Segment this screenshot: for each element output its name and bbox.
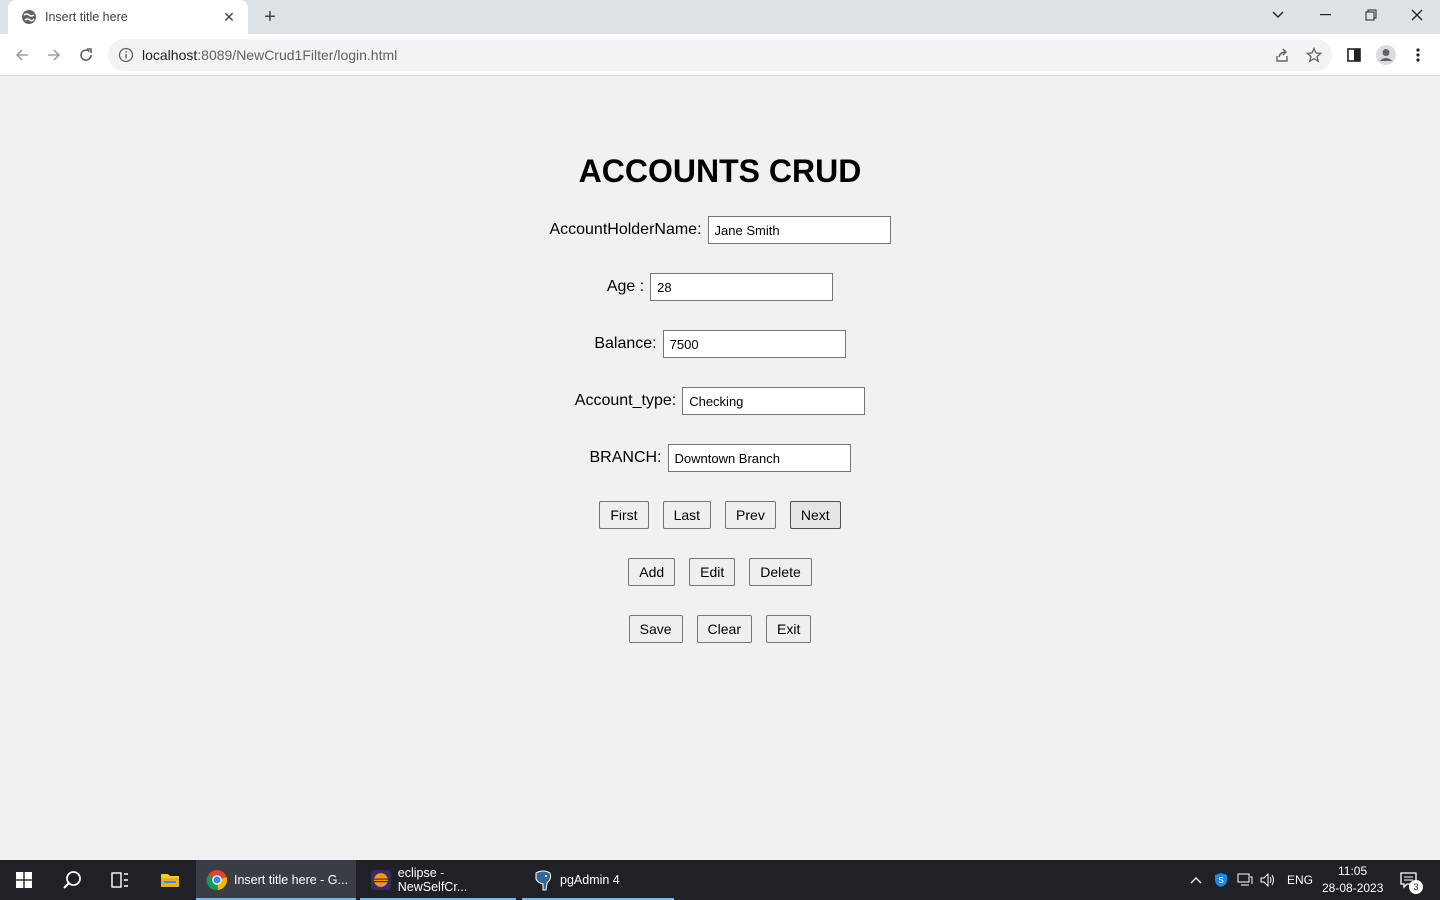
account-holder-name-input[interactable] [707,216,891,244]
reload-icon[interactable] [72,41,100,69]
taskbar-chrome-window[interactable]: Insert title here - G... [196,860,356,900]
navigation-button-row: First Last Prev Next [0,501,1440,529]
next-button[interactable]: Next [789,501,841,529]
url-host: localhost [142,47,198,63]
taskbar-chrome-label: Insert title here - G... [234,873,348,887]
taskbar-eclipse-label: eclipse - NewSelfCr... [397,866,468,894]
field-row-branch: BRANCH: [0,444,1440,472]
page-title: ACCOUNTS CRUD [578,153,862,189]
minimize-icon[interactable] [1302,0,1348,30]
share-icon[interactable] [1268,41,1296,69]
close-window-icon[interactable] [1394,0,1440,30]
clock-time[interactable]: 11:05 [1338,864,1367,878]
search-icon[interactable] [48,860,96,900]
restore-icon[interactable] [1348,0,1394,30]
field-row-age: Age : [0,273,1440,301]
delete-button[interactable]: Delete [749,558,812,586]
clear-button[interactable]: Clear [696,615,753,643]
browser-toolbar: localhost :8089/NewCrud1Filter/login.htm… [0,34,1440,76]
account-holder-name-label: AccountHolderName: [549,221,702,238]
edit-button-row: Add Edit Delete [0,558,1440,586]
account-type-label: Account_type: [574,392,677,409]
address-bar[interactable]: localhost :8089/NewCrud1Filter/login.htm… [108,39,1332,71]
url-path: :8089/NewCrud1Filter/login.html [197,47,398,63]
bookmark-star-icon[interactable] [1300,41,1328,69]
exit-button[interactable]: Exit [766,615,812,643]
tab-search-icon[interactable] [1255,0,1301,30]
side-panel-icon[interactable] [1340,41,1368,69]
svg-text:S: S [1218,876,1223,885]
language-indicator[interactable]: ENG [1287,873,1313,887]
chrome-icon [206,870,227,891]
field-row-account-holder-name: AccountHolderName: [0,216,1440,244]
pgadmin-elephant-icon [535,870,552,891]
info-icon[interactable] [118,47,134,63]
menu-kebab-icon[interactable] [1404,41,1432,69]
task-view-icon[interactable] [96,860,144,900]
age-label: Age : [606,278,645,295]
branch-label: BRANCH: [589,449,662,466]
balance-label: Balance: [594,335,657,352]
security-shield-icon[interactable]: S [1211,860,1231,900]
account-type-input[interactable] [682,387,866,415]
volume-icon[interactable] [1258,860,1278,900]
globe-icon [22,10,36,24]
add-button[interactable]: Add [628,558,676,586]
back-icon[interactable] [8,41,36,69]
branch-input[interactable] [667,444,851,472]
network-icon[interactable] [1235,860,1255,900]
browser-tab[interactable]: Insert title here ✕ [8,0,248,34]
windows-taskbar: Insert title here - G... eclipse - NewSe… [0,860,1440,900]
page-content: ACCOUNTS CRUD AccountHolderName: Age : B… [0,77,1440,860]
windows-start-icon[interactable] [0,860,48,900]
forward-icon[interactable] [40,41,68,69]
clock-date[interactable]: 28-08-2023 [1322,881,1383,895]
age-input[interactable] [650,273,834,301]
tab-title: Insert title here [45,10,128,24]
taskbar-pgadmin-label: pgAdmin 4 [560,873,620,887]
profile-avatar-icon[interactable] [1372,41,1400,69]
browser-tab-strip: Insert title here ✕ + [0,0,1440,34]
new-tab-icon[interactable]: + [258,5,282,29]
field-row-balance: Balance: [0,330,1440,358]
notification-count-badge: 3 [1409,880,1423,894]
last-button[interactable]: Last [662,501,712,529]
prev-button[interactable]: Prev [725,501,776,529]
action-button-row: Save Clear Exit [0,615,1440,643]
save-button[interactable]: Save [628,615,683,643]
tab-close-icon[interactable]: ✕ [220,8,238,26]
field-row-account-type: Account_type: [0,387,1440,415]
taskbar-eclipse-window[interactable]: eclipse - NewSelfCr... [360,860,516,900]
file-explorer-icon[interactable] [146,860,194,900]
notifications-icon[interactable]: 3 [1394,860,1424,900]
eclipse-icon [370,870,391,890]
taskbar-pgadmin-window[interactable]: pgAdmin 4 [522,860,674,900]
show-hidden-icons-chevron-icon[interactable] [1186,860,1206,900]
balance-input[interactable] [662,330,846,358]
first-button[interactable]: First [599,501,649,529]
edit-button[interactable]: Edit [689,558,736,586]
